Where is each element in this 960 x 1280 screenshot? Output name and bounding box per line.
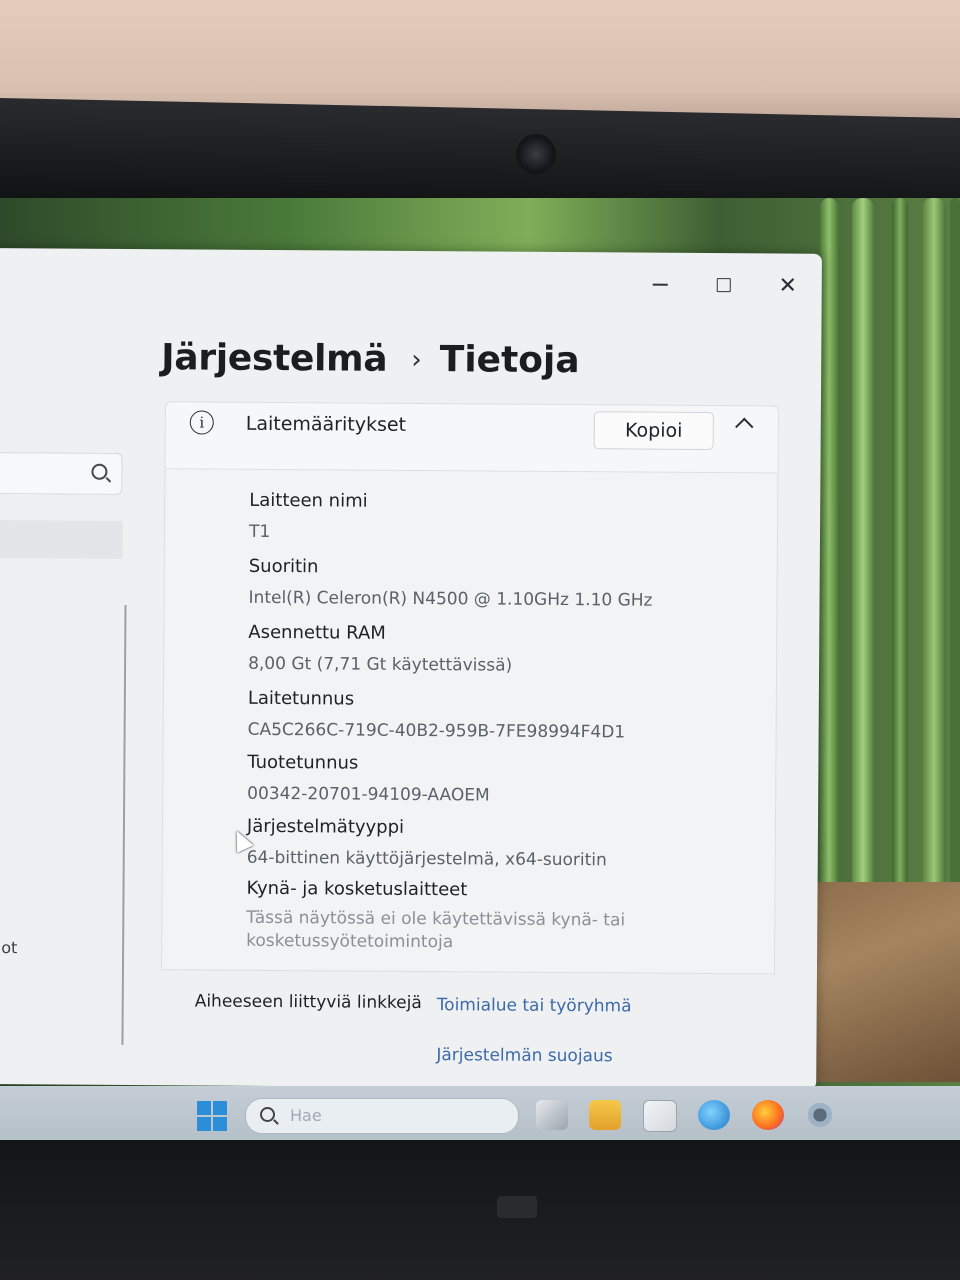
spec-value: 8,00 Gt (7,71 Gt käytettävissä) xyxy=(248,653,513,676)
spec-label: Järjestelmätyyppi xyxy=(246,815,405,838)
start-icon[interactable] xyxy=(197,1101,227,1131)
device-specs-title: Laitemääritykset xyxy=(245,412,407,436)
sidebar-scrollbar[interactable] xyxy=(121,604,127,1045)
spec-label: Laitetunnus xyxy=(247,687,355,710)
search-placeholder: Hae xyxy=(290,1106,322,1125)
maximize-button[interactable] xyxy=(706,271,742,299)
spec-label: Asennettu RAM xyxy=(248,621,386,644)
settings-window: ✕ not s Järjestelmä › Tietoja i Laitemää… xyxy=(0,248,822,1090)
spec-processor: Suoritin Intel(R) Celeron(R) N4500 @ 1.1… xyxy=(248,556,652,611)
spec-label: Tuotetunnus xyxy=(247,751,359,774)
device-specs-list: Laitteen nimi T1 Suoritin Intel(R) Celer… xyxy=(160,469,779,975)
spec-value: Intel(R) Celeron(R) N4500 @ 1.10GHz 1.10… xyxy=(248,587,653,611)
link-system-protection[interactable]: Järjestelmän suojaus xyxy=(436,1045,612,1066)
laptop-bottom-bezel xyxy=(0,1140,960,1280)
spec-value: T1 xyxy=(248,521,271,542)
task-view-icon[interactable] xyxy=(536,1100,568,1130)
file-explorer-icon[interactable] xyxy=(589,1100,621,1130)
copy-button[interactable]: Kopioi xyxy=(593,411,714,451)
device-specs-header[interactable]: i Laitemääritykset Kopioi xyxy=(164,401,779,474)
spec-device-id: Laitetunnus CA5C266C-719C-40B2-959B-7FE9… xyxy=(248,688,626,743)
close-icon: ✕ xyxy=(778,273,798,299)
sidebar-item-selected[interactable] xyxy=(0,519,124,559)
browser-icon[interactable] xyxy=(698,1100,730,1130)
page-title: Tietoja xyxy=(439,339,580,382)
chevron-right-icon: › xyxy=(411,344,422,375)
minimize-button[interactable] xyxy=(642,271,678,299)
settings-search-input[interactable] xyxy=(0,451,123,495)
spec-pen-touch: Kynä- ja kosketuslaitteet Tässä näytössä… xyxy=(246,878,627,956)
settings-icon[interactable] xyxy=(804,1100,836,1130)
spec-product-id: Tuotetunnus 00342-20701-94109-AAOEM xyxy=(247,752,490,806)
search-icon xyxy=(91,463,108,480)
breadcrumb-parent[interactable]: Järjestelmä xyxy=(161,337,387,380)
sidebar-item-partial[interactable]: not xyxy=(0,938,17,957)
spec-value: CA5C266C-719C-40B2-959B-7FE98994F4D1 xyxy=(247,719,626,743)
webcam xyxy=(516,134,556,174)
taskbar: Hae xyxy=(0,1086,960,1142)
breadcrumb: Järjestelmä › Tietoja xyxy=(161,337,580,381)
spec-label: Suoritin xyxy=(248,555,319,578)
spec-label: Laitteen nimi xyxy=(249,489,368,512)
firefox-icon[interactable] xyxy=(752,1100,784,1130)
info-icon: i xyxy=(189,410,214,435)
spec-value: 00342-20701-94109-AAOEM xyxy=(247,783,490,806)
link-domain-workgroup[interactable]: Toimialue tai työryhmä xyxy=(437,995,632,1016)
spec-system-type: Järjestelmätyyppi 64-bittinen käyttöjärj… xyxy=(247,816,607,871)
store-icon[interactable] xyxy=(643,1100,677,1132)
spec-value: Tässä näytössä ei ole käytettävissä kynä… xyxy=(246,907,626,953)
chevron-up-icon[interactable] xyxy=(735,417,754,436)
spec-device-name: Laitteen nimi T1 xyxy=(249,490,368,543)
search-icon xyxy=(260,1107,275,1122)
related-links-label: Aiheeseen liittyviä linkkejä xyxy=(194,991,422,1014)
spec-value: 64-bittinen käyttöjärjestelmä, x64-suori… xyxy=(246,847,607,871)
spec-label: Kynä- ja kosketuslaitteet xyxy=(246,877,468,901)
close-button[interactable]: ✕ xyxy=(770,271,806,299)
taskbar-search-input[interactable]: Hae xyxy=(245,1098,519,1134)
spec-ram: Asennettu RAM 8,00 Gt (7,71 Gt käytettäv… xyxy=(248,622,512,676)
hp-logo xyxy=(497,1196,537,1218)
